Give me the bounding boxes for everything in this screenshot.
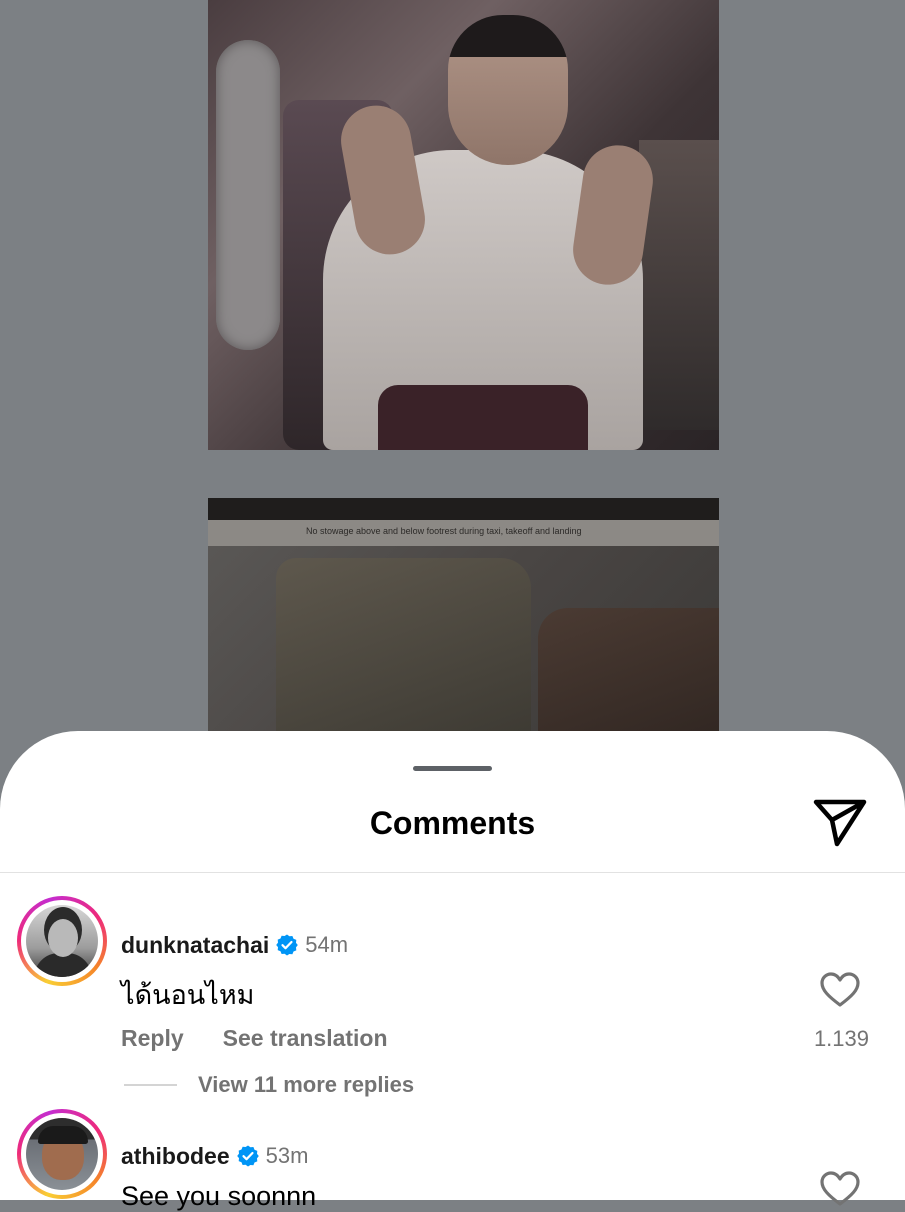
reply-button[interactable]: Reply bbox=[121, 1025, 184, 1052]
seat-shelf bbox=[538, 608, 719, 738]
comments-sheet: Comments dunknatachai 54m ได้นอนไหม Repl… bbox=[0, 731, 905, 1211]
comment-time: 53m bbox=[265, 1143, 309, 1168]
avatar[interactable] bbox=[17, 896, 107, 986]
person-head bbox=[448, 15, 568, 165]
heart-icon[interactable] bbox=[820, 972, 860, 1008]
comment-header: athibodee 53m bbox=[121, 1142, 308, 1170]
comment-actions: Reply See translation bbox=[121, 1025, 388, 1052]
stowage-notice: No stowage above and below footrest duri… bbox=[306, 526, 582, 536]
heart-icon[interactable] bbox=[820, 1171, 860, 1207]
handbag bbox=[276, 558, 531, 738]
avatar-image bbox=[26, 1118, 98, 1190]
plane-window bbox=[216, 40, 280, 350]
sheet-grabber[interactable] bbox=[413, 766, 492, 771]
share-button[interactable] bbox=[812, 795, 868, 851]
see-translation-button[interactable]: See translation bbox=[223, 1025, 388, 1052]
view-replies-label: View 11 more replies bbox=[198, 1072, 415, 1097]
sheet-divider bbox=[0, 872, 905, 873]
view-replies-button[interactable]: View 11 more replies bbox=[124, 1072, 414, 1098]
verified-badge-icon bbox=[236, 1145, 259, 1167]
username[interactable]: athibodee bbox=[121, 1143, 230, 1170]
cabin-strip bbox=[208, 498, 719, 546]
comment-time: 54m bbox=[305, 932, 349, 957]
username[interactable]: dunknatachai bbox=[121, 932, 269, 959]
comment-header: dunknatachai 54m bbox=[121, 931, 348, 959]
verified-badge-icon bbox=[276, 934, 299, 956]
comment-text: ได้นอนไหม bbox=[121, 980, 255, 1010]
avatar[interactable] bbox=[17, 1109, 107, 1199]
post-photo-2: No stowage above and below footrest duri… bbox=[208, 498, 719, 738]
person-pants bbox=[378, 385, 588, 450]
avatar-image bbox=[26, 905, 98, 977]
sheet-title: Comments bbox=[369, 805, 536, 841]
like-count: 1.139 bbox=[813, 1026, 869, 1051]
comment-text: See you soonnn bbox=[121, 1181, 317, 1211]
post-photo-1 bbox=[208, 0, 719, 450]
replies-line bbox=[124, 1084, 177, 1086]
share-send-icon bbox=[813, 799, 867, 847]
